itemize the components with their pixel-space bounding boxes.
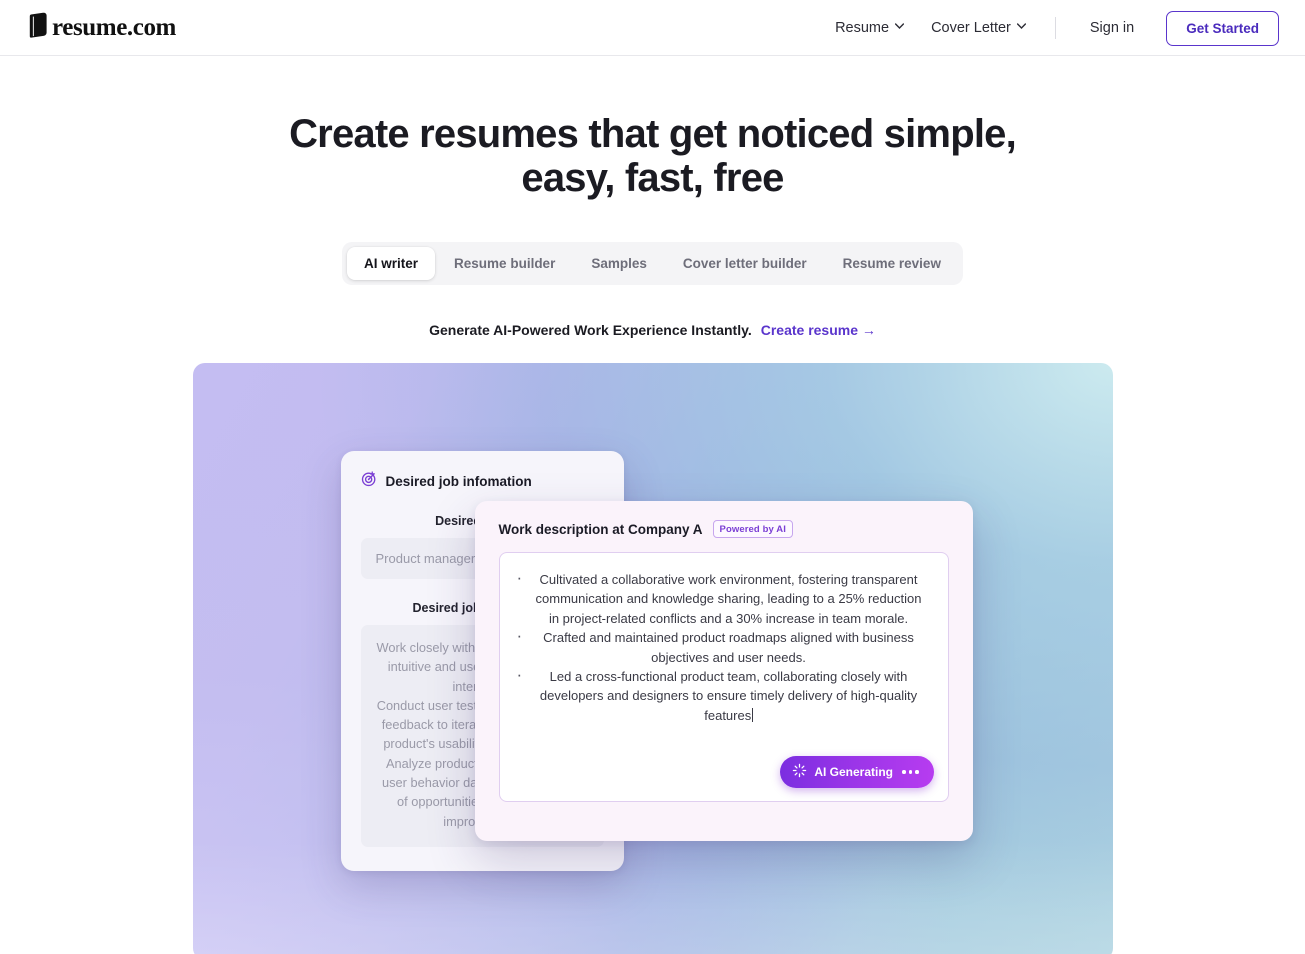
card-header: Desired job infomation (361, 470, 604, 492)
work-description-bullets: Cultivated a collaborative work environm… (514, 568, 928, 725)
target-goal-icon (361, 470, 378, 492)
get-started-button[interactable]: Get Started (1166, 10, 1279, 46)
chevron-down-icon (895, 23, 905, 31)
bullet-text: Led a cross-functional product team, col… (539, 669, 918, 723)
nav-item-cover-letter-label: Cover Letter (931, 20, 1011, 36)
card-header: Work description at Company A Powered by… (499, 520, 949, 538)
hero-subtitle-row: Generate AI-Powered Work Experience Inst… (0, 322, 1305, 338)
nav-item-resume[interactable]: Resume (821, 20, 917, 36)
hero-preview-panel: Desired job infomation Desired job title… (192, 363, 1113, 954)
tab-bar-container: AI writer Resume builder Samples Cover l… (0, 242, 1305, 285)
sign-in-link[interactable]: Sign in (1072, 20, 1152, 36)
tab-ai-writer[interactable]: AI writer (347, 247, 436, 280)
list-item: Crafted and maintained product roadmaps … (514, 626, 928, 667)
sparkle-icon (792, 763, 807, 781)
bullet-text: Cultivated a collaborative work environm… (535, 572, 922, 626)
nav-divider (1054, 17, 1056, 39)
page-title: Create resumes that get noticed simple, … (289, 112, 1017, 200)
nav-item-resume-label: Resume (835, 20, 890, 36)
card-title: Work description at Company A (498, 521, 703, 537)
chevron-down-icon (1016, 23, 1026, 31)
primary-nav: Resume Cover Letter Sign in Get Started (821, 0, 1279, 56)
text-cursor (751, 707, 753, 722)
logo-text: resume.com (52, 14, 176, 41)
ai-generating-label: AI Generating (814, 765, 893, 779)
hero-preview-wrap: Desired job infomation Desired job title… (0, 363, 1305, 954)
book-icon (28, 12, 50, 43)
powered-by-ai-badge: Powered by AI (712, 520, 793, 538)
tab-resume-builder[interactable]: Resume builder (437, 247, 572, 280)
hero-section: Create resumes that get noticed simple, … (0, 56, 1305, 954)
work-description-editor[interactable]: Cultivated a collaborative work environm… (498, 552, 949, 802)
work-description-card: Work description at Company A Powered by… (474, 501, 973, 841)
site-logo[interactable]: resume.com (28, 12, 176, 43)
card-title: Desired job infomation (385, 473, 532, 489)
tab-bar: AI writer Resume builder Samples Cover l… (342, 242, 963, 285)
create-resume-link[interactable]: Create resume → (761, 322, 876, 338)
hero-subtitle: Generate AI-Powered Work Experience Inst… (429, 322, 752, 338)
tab-resume-review[interactable]: Resume review (826, 247, 958, 280)
list-item: Cultivated a collaborative work environm… (514, 568, 928, 628)
list-item: Led a cross-functional product team, col… (514, 665, 928, 725)
ai-generating-button[interactable]: AI Generating (780, 756, 934, 788)
tab-cover-letter-builder[interactable]: Cover letter builder (666, 247, 824, 280)
site-header: resume.com Resume Cover Letter Sign in G… (0, 0, 1305, 56)
bullet-text: Crafted and maintained product roadmaps … (543, 630, 914, 665)
tab-samples[interactable]: Samples (574, 247, 664, 280)
nav-item-cover-letter[interactable]: Cover Letter (917, 20, 1039, 36)
loading-dots-icon (902, 770, 919, 774)
